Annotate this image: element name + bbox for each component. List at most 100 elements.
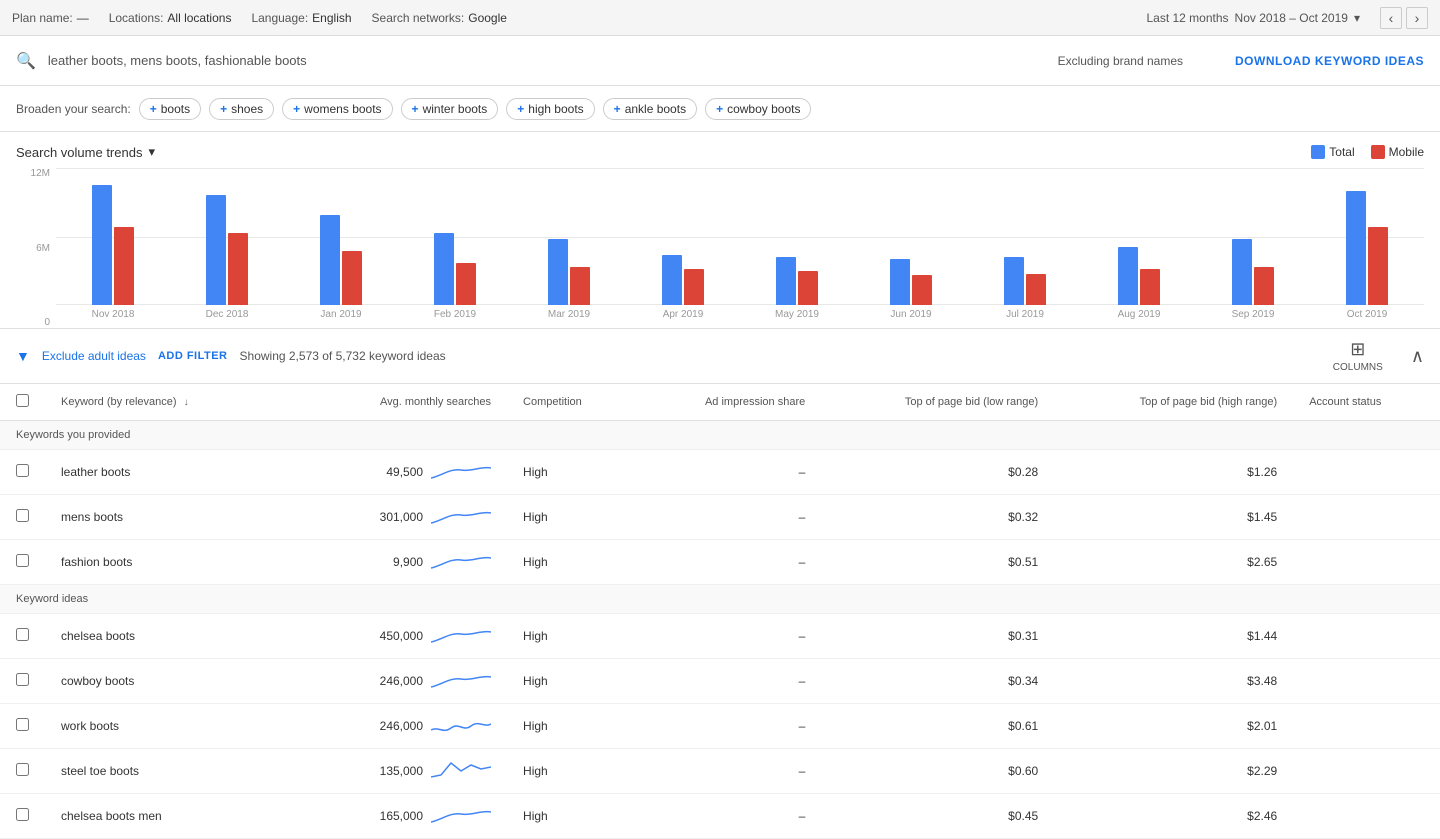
chip-ankle-boots[interactable]: + ankle boots — [603, 98, 697, 120]
table-row: mens boots301,000High–$0.32$1.45 — [0, 495, 1440, 540]
keyword-cell: leather boots — [45, 450, 305, 495]
top-bid-low-cell: $0.31 — [821, 614, 1054, 659]
ad-impression-cell: – — [635, 749, 821, 794]
header-keyword[interactable]: Keyword (by relevance) ↓ — [45, 384, 305, 421]
exclude-adult-link[interactable]: Exclude adult ideas — [42, 349, 146, 363]
x-label: Jun 2019 — [854, 309, 968, 320]
columns-icon: ⊞ — [1350, 339, 1365, 360]
sort-arrow-icon: ↓ — [184, 397, 189, 408]
legend-mobile: Mobile — [1371, 145, 1424, 159]
add-filter-button[interactable]: ADD FILTER — [158, 350, 228, 362]
row-checkbox[interactable] — [16, 808, 29, 821]
plus-icon-shoes: + — [220, 102, 227, 116]
x-label: Jan 2019 — [284, 309, 398, 320]
dropdown-icon: ▾ — [1354, 11, 1360, 25]
collapse-button[interactable]: ∧ — [1411, 346, 1424, 367]
chip-winter-boots[interactable]: + winter boots — [401, 98, 499, 120]
table-row: cowboy boots246,000High–$0.34$3.48 — [0, 659, 1440, 704]
bar-mobile — [114, 227, 134, 305]
competition-cell: High — [507, 495, 635, 540]
table-row: leather boots49,500High–$0.28$1.26 — [0, 450, 1440, 495]
bar-group — [1310, 191, 1424, 305]
table-row: chelsea boots450,000High–$0.31$1.44 — [0, 614, 1440, 659]
bar-mobile — [570, 267, 590, 305]
filter-icon: ▼ — [16, 348, 30, 364]
columns-label: COLUMNS — [1333, 362, 1383, 373]
search-network: Search networks: Google — [372, 11, 507, 25]
top-bid-low-cell: $0.45 — [821, 794, 1054, 839]
top-bid-high-cell: $2.46 — [1054, 794, 1293, 839]
header-top-bid-high[interactable]: Top of page bid (high range) — [1054, 384, 1293, 421]
nav-arrows[interactable]: ‹ › — [1380, 7, 1428, 29]
chart-container: 12M 6M 0 Nov 2018Dec 2018Jan 2019Feb 201… — [16, 168, 1424, 328]
keyword-cell: fashion boots — [45, 540, 305, 585]
y-label-0: 0 — [44, 317, 50, 328]
header-checkbox[interactable] — [0, 384, 45, 421]
showing-text: Showing 2,573 of 5,732 keyword ideas — [240, 349, 446, 363]
competition-cell: High — [507, 614, 635, 659]
competition-cell: High — [507, 540, 635, 585]
plus-icon-winter-boots: + — [412, 102, 419, 116]
date-range[interactable]: Last 12 months Nov 2018 – Oct 2019 ▾ — [1146, 11, 1360, 25]
date-range-value: Nov 2018 – Oct 2019 — [1235, 11, 1348, 25]
keyword-cell: chelsea boots men — [45, 794, 305, 839]
bar-total — [434, 233, 454, 305]
keyword-cell: mens boots — [45, 495, 305, 540]
prev-arrow[interactable]: ‹ — [1380, 7, 1402, 29]
x-label: May 2019 — [740, 309, 854, 320]
chip-label-boots: boots — [161, 102, 190, 116]
ad-impression-cell: – — [635, 614, 821, 659]
row-checkbox[interactable] — [16, 464, 29, 477]
bar-total — [92, 185, 112, 305]
header-account-status[interactable]: Account status — [1293, 384, 1440, 421]
exclude-brand-text: Excluding brand names — [1058, 54, 1183, 68]
header-ad-impression[interactable]: Ad impression share — [635, 384, 821, 421]
row-checkbox[interactable] — [16, 763, 29, 776]
account-status-cell — [1293, 450, 1440, 495]
chip-shoes[interactable]: + shoes — [209, 98, 274, 120]
locations-label: Locations: — [109, 11, 164, 25]
row-checkbox[interactable] — [16, 554, 29, 567]
competition-cell: High — [507, 450, 635, 495]
competition-cell: High — [507, 749, 635, 794]
chip-womens-boots[interactable]: + womens boots — [282, 98, 392, 120]
bar-mobile — [912, 275, 932, 305]
chart-title[interactable]: Search volume trends ▾ — [16, 144, 155, 160]
chip-high-boots[interactable]: + high boots — [506, 98, 594, 120]
row-checkbox[interactable] — [16, 509, 29, 522]
top-bid-high-cell: $2.65 — [1054, 540, 1293, 585]
bar-total — [1232, 239, 1252, 305]
top-bid-high-cell: $2.01 — [1054, 704, 1293, 749]
row-checkbox[interactable] — [16, 718, 29, 731]
avg-monthly-cell: 135,000 — [305, 749, 507, 793]
filters-row: ▼ Exclude adult ideas ADD FILTER Showing… — [0, 329, 1440, 384]
bar-total — [662, 255, 682, 305]
columns-button[interactable]: ⊞ COLUMNS — [1333, 339, 1383, 373]
bar-group — [398, 233, 512, 305]
row-checkbox[interactable] — [16, 628, 29, 641]
header-competition[interactable]: Competition — [507, 384, 635, 421]
header-top-bid-low[interactable]: Top of page bid (low range) — [821, 384, 1054, 421]
plus-icon-boots: + — [150, 102, 157, 116]
plus-icon-womens-boots: + — [293, 102, 300, 116]
language: Language: English — [251, 11, 351, 25]
bar-mobile — [798, 271, 818, 305]
search-input[interactable] — [48, 53, 1046, 68]
select-all-checkbox[interactable] — [16, 394, 29, 407]
bar-group — [968, 257, 1082, 305]
legend-total: Total — [1311, 145, 1354, 159]
header-avg-monthly[interactable]: Avg. monthly searches — [305, 384, 507, 421]
ad-impression-cell: – — [635, 450, 821, 495]
chip-cowboy-boots[interactable]: + cowboy boots — [705, 98, 811, 120]
download-keyword-ideas-button[interactable]: DOWNLOAD KEYWORD IDEAS — [1235, 54, 1424, 68]
row-checkbox[interactable] — [16, 673, 29, 686]
chart-title-text: Search volume trends — [16, 145, 142, 160]
chip-boots[interactable]: + boots — [139, 98, 201, 120]
locations-value: All locations — [167, 11, 231, 25]
next-arrow[interactable]: › — [1406, 7, 1428, 29]
top-bid-low-cell: $0.60 — [821, 749, 1054, 794]
chart-section: Search volume trends ▾ Total Mobile 12M … — [0, 132, 1440, 329]
ad-impression-cell: – — [635, 540, 821, 585]
account-status-cell — [1293, 749, 1440, 794]
table-row: chelsea boots men165,000High–$0.45$2.46 — [0, 794, 1440, 839]
